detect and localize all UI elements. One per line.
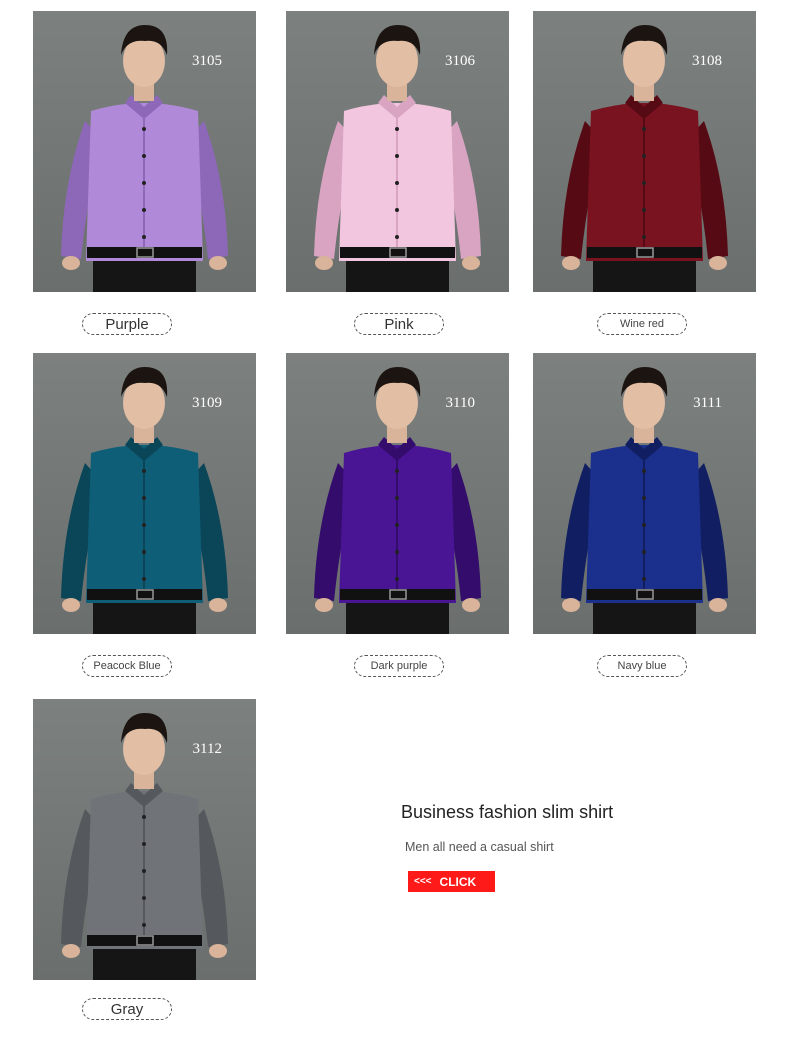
model-image <box>61 25 228 292</box>
product-code: 3109 <box>192 395 222 411</box>
color-tag[interactable]: Gray <box>82 998 172 1020</box>
product-code: 3110 <box>445 395 475 411</box>
model-image <box>61 367 228 634</box>
model-image <box>61 713 228 980</box>
product-card-3111[interactable]: 3111 <box>533 353 756 634</box>
color-tag[interactable]: Pink <box>354 313 444 335</box>
product-card-3110[interactable]: 3110 <box>286 353 509 634</box>
product-card-3112[interactable]: 3112 <box>33 699 256 980</box>
arrows-icon: <<< <box>414 876 432 887</box>
product-card-3108[interactable]: 3108 <box>533 11 756 292</box>
product-code: 3112 <box>192 741 222 757</box>
product-photo[interactable]: 3105 <box>33 11 256 292</box>
promo-subtitle: Men all need a casual shirt <box>405 840 554 854</box>
color-tag[interactable]: Navy blue <box>597 655 687 677</box>
color-tag[interactable]: Purple <box>82 313 172 335</box>
product-code: 3111 <box>693 395 722 411</box>
color-tag[interactable]: Dark purple <box>354 655 444 677</box>
product-card-3109[interactable]: 3109 <box>33 353 256 634</box>
product-photo[interactable]: 3108 <box>533 11 756 292</box>
model-image <box>314 25 481 292</box>
product-photo[interactable]: 3112 <box>33 699 256 980</box>
promo-title: Business fashion slim shirt <box>401 802 614 822</box>
product-photo[interactable]: 3106 <box>286 11 509 292</box>
model-image <box>561 25 728 292</box>
product-code: 3108 <box>692 53 722 69</box>
product-card-3105[interactable]: 3105 <box>33 11 256 292</box>
model-image <box>314 367 481 634</box>
color-tag[interactable]: Wine red <box>597 313 687 335</box>
product-photo[interactable]: 3110 <box>286 353 509 634</box>
product-code: 3105 <box>192 53 222 69</box>
model-image <box>561 367 728 634</box>
click-button-label: CLICK <box>439 874 477 889</box>
color-tag[interactable]: Peacock Blue <box>82 655 172 677</box>
click-button[interactable]: <<< CLICK <box>408 871 495 892</box>
product-photo[interactable]: 3111 <box>533 353 756 634</box>
product-photo[interactable]: 3109 <box>33 353 256 634</box>
product-code: 3106 <box>445 53 475 69</box>
product-card-3106[interactable]: 3106 <box>286 11 509 292</box>
